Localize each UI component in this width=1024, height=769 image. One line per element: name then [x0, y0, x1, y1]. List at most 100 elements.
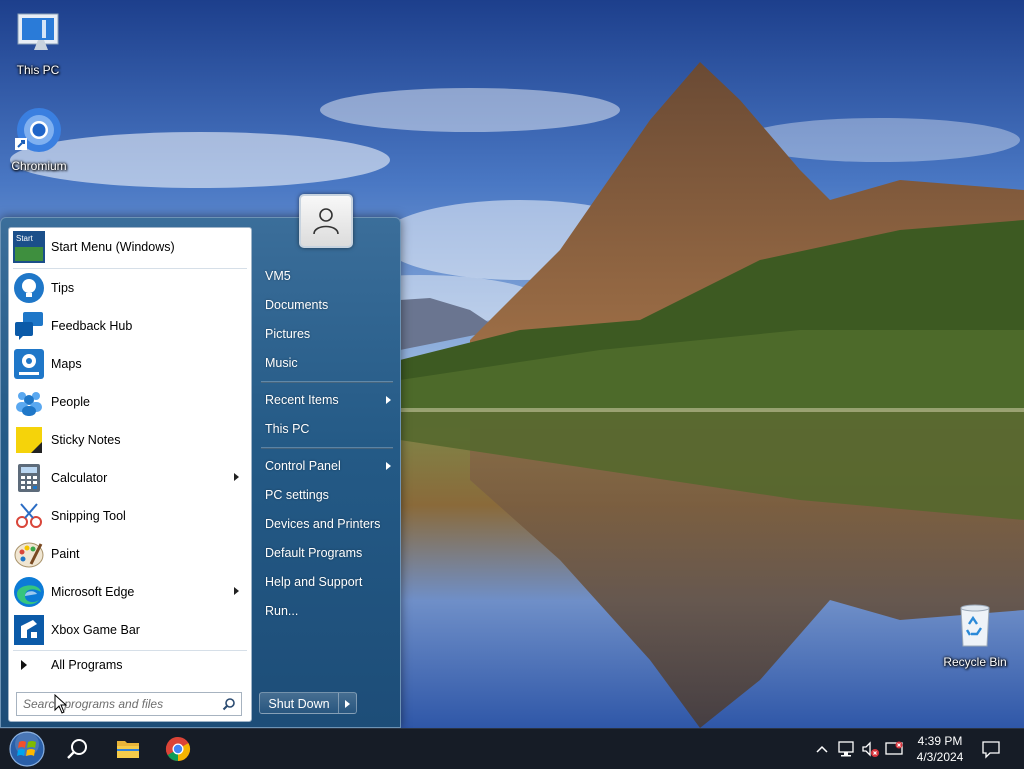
taskbar-file-explorer[interactable]	[105, 729, 151, 769]
program-item-label: Feedback Hub	[51, 319, 133, 333]
program-item-snipping-tool[interactable]: Snipping Tool	[13, 497, 247, 535]
place-item-label: Default Programs	[265, 546, 363, 560]
program-item-label: People	[51, 395, 90, 409]
start-orb-icon	[9, 731, 45, 767]
maps-icon	[14, 349, 44, 379]
program-item-feedback-hub[interactable]: Feedback Hub	[13, 307, 247, 345]
start-menu-programs-pane: Start Start Menu (Windows) Tips Feedback…	[8, 227, 252, 722]
program-item-tips[interactable]: Tips	[13, 269, 247, 307]
place-item-recent-items[interactable]: Recent Items	[259, 389, 397, 411]
place-item-devices-and-printers[interactable]: Devices and Printers	[259, 513, 397, 535]
place-item-documents[interactable]: Documents	[259, 294, 397, 316]
shutdown-button[interactable]: Shut Down	[259, 692, 339, 714]
place-item-help-and-support[interactable]: Help and Support	[259, 571, 397, 593]
place-item-run[interactable]: Run...	[259, 600, 397, 622]
program-item-xbox-game-bar[interactable]: Xbox Game Bar	[13, 611, 247, 649]
start-menu: Start Start Menu (Windows) Tips Feedback…	[0, 194, 401, 729]
volume-muted-icon[interactable]	[860, 739, 880, 759]
place-item-label: Help and Support	[265, 575, 363, 589]
place-item-user[interactable]: VM5	[259, 265, 397, 287]
place-item-label: PC settings	[265, 488, 329, 502]
all-programs-label: All Programs	[51, 658, 123, 672]
taskbar-chrome[interactable]	[155, 729, 201, 769]
search-box[interactable]	[16, 692, 242, 716]
program-item-microsoft-edge[interactable]: Microsoft Edge	[13, 573, 247, 611]
place-item-label: This PC	[265, 422, 310, 436]
svg-text:Start: Start	[16, 234, 34, 243]
network-icon[interactable]	[836, 739, 856, 759]
taskbar-clock[interactable]: 4:39 PM 4/3/2024	[908, 733, 972, 765]
place-item-label: Recent Items	[265, 393, 339, 407]
snipping-tool-icon	[16, 503, 42, 528]
submenu-arrow-icon	[234, 587, 239, 595]
place-item-default-programs[interactable]: Default Programs	[259, 542, 397, 564]
user-picture[interactable]	[299, 194, 353, 248]
place-item-control-panel[interactable]: Control Panel	[259, 455, 397, 477]
search-icon[interactable]	[222, 697, 236, 711]
desktop-icon-label: Chromium	[11, 159, 67, 173]
program-item-label: Paint	[51, 547, 80, 561]
start-menu-pinned-item[interactable]: Start Start Menu (Windows)	[13, 231, 247, 263]
user-icon	[313, 208, 339, 235]
program-item-calculator[interactable]: Calculator	[13, 459, 247, 497]
search-input[interactable]	[17, 693, 223, 715]
pinned-item-label: Start Menu (Windows)	[51, 240, 175, 254]
desktop-icon-recycle-bin[interactable]: Recycle Bin	[937, 602, 1013, 669]
place-item-label: Control Panel	[265, 459, 341, 473]
notification-icon[interactable]	[981, 739, 1001, 759]
start-menu-places-pane: VM5 Documents Pictures Music Recent Item…	[255, 194, 401, 729]
submenu-arrow-icon	[386, 396, 391, 404]
separator	[13, 650, 247, 651]
desktop-icon-this-pc[interactable]: This PC	[0, 10, 76, 77]
submenu-arrow-icon	[234, 473, 239, 481]
clock-date: 4/3/2024	[916, 750, 964, 764]
program-item-sticky-notes[interactable]: Sticky Notes	[13, 421, 247, 459]
taskbar-search-button[interactable]	[54, 729, 100, 769]
place-item-pc-settings[interactable]: PC settings	[259, 484, 397, 506]
xbox-game-bar-icon	[14, 615, 44, 645]
program-item-paint[interactable]: Paint	[13, 535, 247, 573]
program-item-label: Calculator	[51, 471, 108, 485]
chevron-up-icon[interactable]	[812, 739, 832, 759]
calculator-icon	[18, 464, 40, 492]
place-item-music[interactable]: Music	[259, 352, 397, 374]
chrome-icon	[165, 737, 191, 761]
program-item-maps[interactable]: Maps	[13, 345, 247, 383]
computer-icon	[17, 13, 59, 50]
chromium-icon	[15, 108, 61, 152]
place-item-label: Run...	[265, 604, 299, 618]
place-item-label: Devices and Printers	[265, 517, 381, 531]
tips-icon	[14, 273, 44, 303]
place-item-this-pc[interactable]: This PC	[259, 418, 397, 440]
program-item-label: Tips	[51, 281, 75, 295]
paint-icon	[14, 542, 44, 568]
place-item-pictures[interactable]: Pictures	[259, 323, 397, 345]
file-explorer-icon	[117, 741, 139, 758]
display-icon[interactable]	[884, 739, 904, 759]
sticky-notes-icon	[16, 427, 42, 453]
desktop-icon-label: Recycle Bin	[943, 655, 1007, 669]
recycle-bin-icon	[960, 604, 990, 647]
place-item-label: Music	[265, 356, 298, 370]
all-programs-button[interactable]: All Programs	[13, 652, 247, 678]
program-item-label: Snipping Tool	[51, 509, 126, 523]
feedback-hub-icon	[15, 312, 43, 340]
triangle-right-icon	[21, 660, 27, 670]
program-item-label: Microsoft Edge	[51, 585, 135, 599]
place-item-label: Pictures	[265, 327, 311, 341]
start-button[interactable]	[4, 729, 50, 769]
desktop-icon-chromium[interactable]: Chromium	[1, 106, 77, 173]
program-item-label: Sticky Notes	[51, 433, 121, 447]
clock-time: 4:39 PM	[917, 734, 963, 748]
desktop-icon-label: This PC	[16, 63, 60, 77]
program-item-people[interactable]: People	[13, 383, 247, 421]
mouse-cursor-icon	[54, 694, 68, 714]
shutdown-options-button[interactable]	[339, 692, 357, 714]
start-menu-app-icon: Start	[13, 231, 45, 263]
people-icon	[16, 392, 42, 416]
separator	[261, 447, 393, 449]
place-item-label: VM5	[265, 269, 291, 283]
search-icon	[67, 739, 87, 759]
program-item-label: Xbox Game Bar	[51, 623, 140, 637]
submenu-arrow-icon	[386, 462, 391, 470]
